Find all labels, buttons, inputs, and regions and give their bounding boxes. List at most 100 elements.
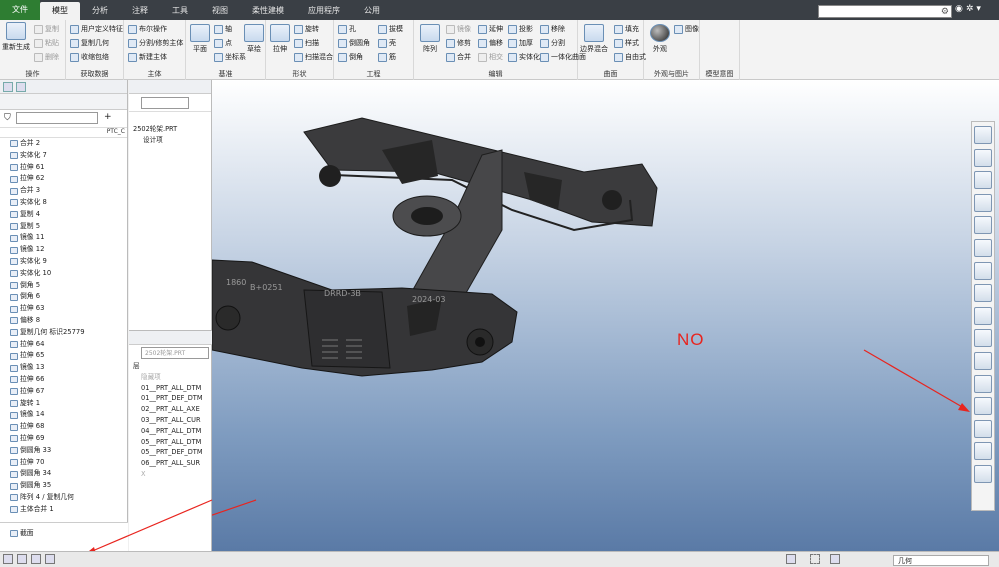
- tree-item[interactable]: 倒圆角 35: [0, 480, 128, 492]
- group-label[interactable]: 模型意图: [700, 69, 739, 79]
- layer-item[interactable]: 01__PRT_ALL_DTM: [129, 383, 212, 394]
- delete-button[interactable]: 删除: [34, 52, 59, 62]
- find-icon[interactable]: [786, 554, 796, 564]
- tree-item[interactable]: 拉伸 67: [0, 386, 128, 398]
- tree-item[interactable]: 拉伸 66: [0, 374, 128, 386]
- udf-button[interactable]: 用户定义特征: [70, 24, 123, 34]
- split-trim-body-button[interactable]: 分割/修剪主体: [128, 38, 183, 48]
- tab-applications[interactable]: 应用程序: [296, 2, 352, 20]
- group-label[interactable]: 曲面: [578, 69, 643, 79]
- revolve-button[interactable]: 旋转: [294, 24, 319, 34]
- graphics-viewport[interactable]: 1860 B+0251 DRRD-3B 2024-03 NO: [212, 80, 999, 551]
- layer-item[interactable]: 隐藏项: [129, 372, 212, 383]
- tree-item[interactable]: 旋转 1: [0, 398, 128, 410]
- tree-search-input[interactable]: [16, 112, 98, 124]
- spin-center-icon[interactable]: [974, 464, 992, 483]
- group-label[interactable]: 操作: [0, 69, 65, 79]
- sweep-button[interactable]: 扫描: [294, 38, 319, 48]
- saved-views-icon[interactable]: [974, 284, 992, 303]
- tree-item[interactable]: 拉伸 65: [0, 350, 128, 362]
- tree-item[interactable]: 复制 5: [0, 221, 128, 233]
- chevron-down-icon[interactable]: ▾: [976, 4, 981, 14]
- trim-button[interactable]: 修剪: [446, 38, 471, 48]
- selection-filter-select[interactable]: 几何: [893, 555, 989, 566]
- round-button[interactable]: 倒圆角: [338, 38, 370, 48]
- tree-item[interactable]: 镜像 14: [0, 409, 128, 421]
- remove-button[interactable]: 移除: [540, 24, 565, 34]
- plane-button[interactable]: 平面: [186, 24, 214, 54]
- tree-item[interactable]: 拉伸 63: [0, 303, 128, 315]
- hole-button[interactable]: 孔: [338, 24, 356, 34]
- tab-model[interactable]: 模型: [40, 2, 80, 20]
- layer-item[interactable]: 04__PRT_ALL_DTM: [129, 426, 212, 437]
- tab-view[interactable]: 视图: [200, 2, 240, 20]
- copy-geometry-button[interactable]: 复制几何: [70, 38, 109, 48]
- boundary-blend-button[interactable]: 边界混合: [580, 24, 608, 54]
- filter-icon[interactable]: ⛉: [4, 113, 11, 123]
- regenerate-button[interactable]: 重新生成: [2, 22, 30, 52]
- intersect-button[interactable]: 相交: [478, 52, 503, 62]
- tree-item[interactable]: 倒角 6: [0, 291, 128, 303]
- sketch-button[interactable]: 草绘: [240, 24, 268, 54]
- tree-item[interactable]: 拉伸 62: [0, 173, 128, 185]
- tree-item[interactable]: 实体化 7: [0, 150, 128, 162]
- rib-button[interactable]: 筋: [378, 52, 396, 62]
- decal-button[interactable]: 图像: [674, 24, 699, 34]
- layer-item[interactable]: 03__PRT_ALL_CUR: [129, 415, 212, 426]
- smart-select-icon[interactable]: [830, 554, 840, 564]
- group-label[interactable]: 基准: [186, 69, 265, 79]
- tree-item[interactable]: 拉伸 61: [0, 162, 128, 174]
- split-button[interactable]: 分割: [540, 38, 565, 48]
- annotation-display-icon[interactable]: [974, 442, 992, 461]
- layer-item[interactable]: 06__PRT_ALL_SUR: [129, 458, 212, 469]
- csys-display-icon[interactable]: [974, 419, 992, 438]
- group-label[interactable]: 工程: [334, 69, 413, 79]
- new-body-button[interactable]: 新建主体: [128, 52, 167, 62]
- tree-item[interactable]: 复制几何 标识25779: [0, 327, 128, 339]
- offset-button[interactable]: 偏移: [478, 38, 503, 48]
- tree-item[interactable]: 实体化 9: [0, 256, 128, 268]
- refit-icon[interactable]: [974, 216, 992, 235]
- view-visibility-icon[interactable]: [974, 126, 992, 144]
- plane-display-icon[interactable]: [974, 351, 992, 370]
- layer-item[interactable]: X: [129, 469, 212, 480]
- layer-item[interactable]: 02__PRT_ALL_AXE: [129, 404, 212, 415]
- fill-button[interactable]: 填充: [614, 24, 639, 34]
- shell-button[interactable]: 壳: [378, 38, 396, 48]
- zoom-area-icon[interactable]: [974, 171, 992, 190]
- part-node[interactable]: 2502轮架.PRT: [129, 124, 211, 135]
- tree-item[interactable]: 倒角 5: [0, 280, 128, 292]
- shrinkwrap-button[interactable]: 收缩包络: [70, 52, 109, 62]
- tree-item[interactable]: 合并 2: [0, 138, 128, 150]
- axis-button[interactable]: 轴: [214, 24, 232, 34]
- tree-item[interactable]: 镜像 12: [0, 244, 128, 256]
- gear-icon[interactable]: ⚙: [941, 6, 949, 18]
- message-log-icon[interactable]: [45, 554, 55, 564]
- group-label[interactable]: 主体: [124, 69, 185, 79]
- chamfer-button[interactable]: 倒角: [338, 52, 363, 62]
- model-tree-icon[interactable]: [3, 81, 13, 92]
- point-button[interactable]: 点: [214, 38, 232, 48]
- solidify-button[interactable]: 实体化: [508, 52, 540, 62]
- help-icon[interactable]: ◉: [955, 4, 963, 14]
- tab-utilities[interactable]: 公用: [352, 2, 392, 20]
- selection-box-icon[interactable]: [810, 554, 820, 564]
- thicken-button[interactable]: 加厚: [508, 38, 533, 48]
- tab-analysis[interactable]: 分析: [80, 2, 120, 20]
- tab-annotate[interactable]: 注释: [120, 2, 160, 20]
- tree-item[interactable]: 倒圆角 34: [0, 468, 128, 480]
- add-icon[interactable]: +: [104, 112, 112, 122]
- project-button[interactable]: 投影: [508, 24, 533, 34]
- browser-toggle-icon[interactable]: [17, 554, 27, 564]
- fullscreen-icon[interactable]: [31, 554, 41, 564]
- copy-button[interactable]: 复制: [34, 24, 59, 34]
- freestyle-button[interactable]: 自由式: [614, 52, 646, 62]
- detail-search-input[interactable]: [141, 97, 189, 109]
- point-display-icon[interactable]: [974, 397, 992, 416]
- layer-item[interactable]: 01__PRT_DEF_DTM: [129, 393, 212, 404]
- tab-file[interactable]: 文件: [0, 0, 40, 20]
- tree-item[interactable]: 复制 4: [0, 209, 128, 221]
- perspective-icon[interactable]: [974, 329, 992, 348]
- tab-tools[interactable]: 工具: [160, 2, 200, 20]
- tree-item[interactable]: 拉伸 69: [0, 433, 128, 445]
